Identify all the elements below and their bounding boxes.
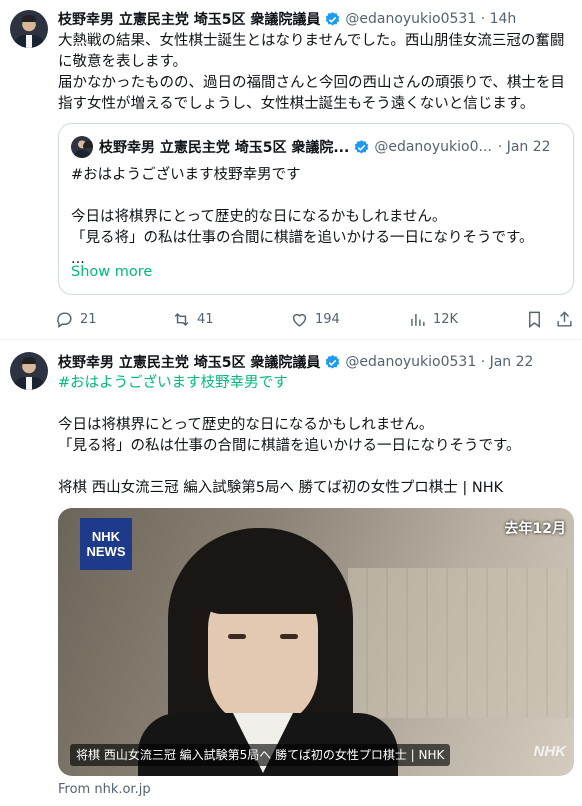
- photo-eye: [228, 634, 246, 639]
- like-count: 194: [315, 311, 340, 327]
- tweet-text: 今日は将棋界にとって歴史的な日になるかもしれません。 「見る将」の私は仕事の合間…: [58, 417, 521, 496]
- quote-header: 枝野幸男 立憲民主党 埼玉5区 衆議院... @edanoyukio0... ·…: [99, 136, 551, 158]
- quote-hashtag[interactable]: #おはようございます枝野幸男です: [71, 167, 301, 183]
- author-name[interactable]: 枝野幸男 立憲民主党 埼玉5区 衆議院議員: [58, 352, 320, 372]
- bookmark-button[interactable]: [525, 306, 550, 332]
- quote-author-handle: @edanoyukio0...: [374, 139, 492, 155]
- author-name[interactable]: 枝野幸男 立憲民主党 埼玉5区 衆議院議員: [58, 9, 320, 29]
- date-overlay: 去年12月: [504, 521, 566, 537]
- share-button[interactable]: [555, 306, 580, 332]
- link-card[interactable]: NHK NEWS 去年12月 NHK 将棋 西山女流三冠 編入試験第5局へ 勝て…: [58, 508, 574, 776]
- reply-count: 21: [80, 311, 97, 327]
- nhk-news-logo: NHK NEWS: [80, 518, 132, 570]
- link-source[interactable]: From nhk.or.jp: [58, 782, 151, 797]
- card-caption: 将棋 西山女流三冠 編入試験第5局へ 勝てば初の女性プロ棋士 | NHK: [70, 744, 451, 766]
- photo-eye: [280, 634, 298, 639]
- tweet-header: 枝野幸男 立憲民主党 埼玉5区 衆議院議員 @edanoyukio0531 · …: [58, 351, 533, 373]
- tweet-1[interactable]: 枝野幸男 立憲民主党 埼玉5区 衆議院議員 @edanoyukio0531 · …: [0, 0, 582, 340]
- share-icon: [557, 310, 572, 327]
- photo-bangs: [196, 544, 336, 614]
- author-handle[interactable]: @edanoyukio0531 · 14h: [345, 11, 516, 27]
- action-bar: 21 41 194 12K: [55, 306, 575, 332]
- repost-icon: [174, 312, 189, 326]
- nhk-watermark: NHK: [533, 743, 567, 760]
- avatar[interactable]: [10, 352, 48, 390]
- tweet-header: 枝野幸男 立憲民主党 埼玉5区 衆議院議員 @edanoyukio0531 · …: [58, 8, 516, 30]
- show-more-link[interactable]: Show more: [71, 264, 152, 280]
- quoted-tweet[interactable]: 枝野幸男 立憲民主党 埼玉5区 衆議院... @edanoyukio0... ·…: [58, 123, 574, 295]
- repost-button[interactable]: 41: [172, 306, 214, 332]
- views-chart-icon: [411, 313, 425, 326]
- avatar[interactable]: [10, 10, 48, 48]
- quote-author-name: 枝野幸男 立憲民主党 埼玉5区 衆議院...: [99, 140, 350, 156]
- bookmark-icon: [529, 311, 540, 328]
- hashtag-link[interactable]: #おはようございます枝野幸男です: [58, 373, 570, 394]
- author-handle[interactable]: @edanoyukio0531 · Jan 22: [345, 354, 533, 370]
- verified-badge-icon: [355, 139, 369, 154]
- tweet-text: 大熱戦の結果、女性棋士誕生とはなりませんでした。西山朋佳女流三冠の奮闘に敬意を表…: [58, 33, 565, 112]
- repost-count: 41: [197, 311, 214, 327]
- verified-badge-icon: [326, 354, 340, 369]
- reply-icon: [57, 311, 72, 328]
- heart-icon: [292, 313, 307, 327]
- quote-avatar: [71, 136, 93, 158]
- quote-text: #おはようございます枝野幸男です 今日は将棋界にとって歴史的な日になるかもしれま…: [71, 167, 534, 267]
- background-shoji: [348, 568, 574, 718]
- quote-date: · Jan 22: [497, 139, 551, 155]
- views-button[interactable]: 12K: [408, 306, 458, 332]
- logo-text-nhk: NHK: [91, 529, 121, 544]
- verified-badge-icon: [326, 11, 340, 26]
- reply-button[interactable]: 21: [55, 306, 97, 332]
- view-count: 12K: [433, 311, 459, 327]
- logo-text-news: NEWS: [86, 544, 126, 559]
- like-button[interactable]: 194: [290, 306, 340, 332]
